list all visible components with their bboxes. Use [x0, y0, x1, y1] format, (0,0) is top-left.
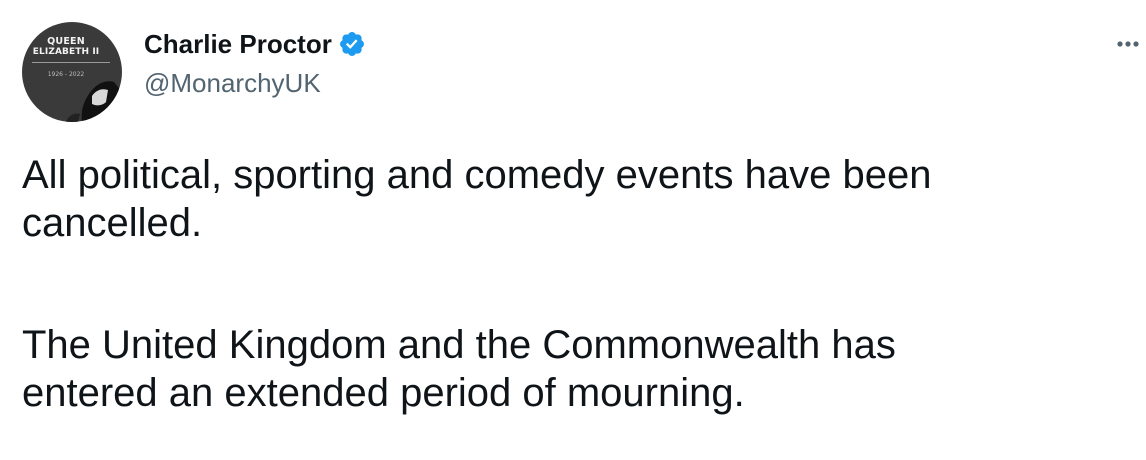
tweet-card: QUEEN ELIZABETH II 1926 - 2022 Charlie P…	[0, 0, 1146, 460]
author-handle[interactable]: @MonarchyUK	[144, 68, 321, 99]
tweet-line: All political, sporting and comedy event…	[22, 153, 932, 197]
more-options-icon[interactable]	[1115, 32, 1146, 56]
tweet-line: entered an extended period of mourning.	[22, 371, 745, 415]
avatar-divider	[32, 62, 110, 63]
avatar-years: 1926 - 2022	[47, 71, 85, 78]
tweet-line: cancelled.	[22, 201, 203, 245]
tweet-line: The United Kingdom and the Commonwealth …	[22, 323, 896, 367]
tweet-paragraph-2: The United Kingdom and the Commonwealth …	[22, 321, 1132, 417]
avatar-title-line1: QUEEN	[47, 36, 85, 47]
author-display-name[interactable]: Charlie Proctor	[144, 29, 332, 60]
author-name-row: Charlie Proctor	[144, 28, 366, 60]
verified-badge-icon	[339, 32, 364, 56]
avatar-title-line2: ELIZABETH II	[32, 47, 100, 57]
tweet-paragraph-1: All political, sporting and comedy event…	[22, 151, 1132, 247]
avatar[interactable]: QUEEN ELIZABETH II 1926 - 2022	[22, 22, 122, 122]
